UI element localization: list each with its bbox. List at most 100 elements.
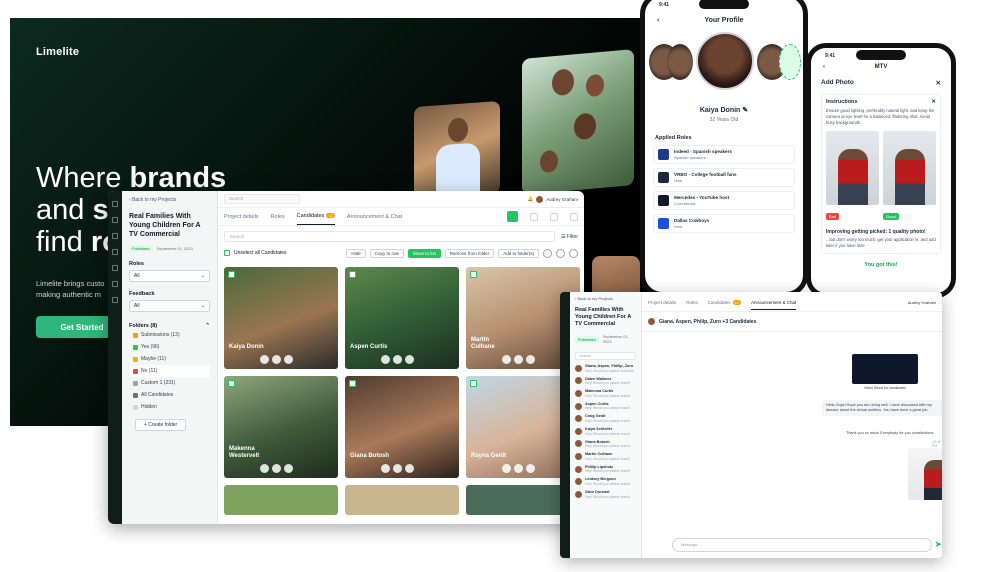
more-icon[interactable] [570, 212, 578, 221]
question-icon[interactable] [526, 355, 535, 364]
conversation-item[interactable]: Lindsey Bergson Hey! Would you please rea… [575, 477, 636, 486]
close-icon[interactable]: ✕ [936, 79, 941, 87]
move-to-list-button[interactable]: Move to list [407, 248, 441, 258]
applied-role-item[interactable]: Indeed - Spanish speakers Spanish speaker… [653, 145, 795, 164]
candidate-card[interactable]: Giana Botosh [345, 376, 459, 478]
folder-item[interactable]: All Candidates [129, 389, 210, 401]
folder-item[interactable]: Yes (96) [129, 341, 210, 353]
candidate-search-input[interactable]: Search [224, 231, 555, 242]
select-checkbox[interactable] [349, 380, 356, 387]
conversation-item[interactable]: Zaire Dorwart Hey! Would you please read … [575, 490, 636, 499]
search-icon[interactable] [507, 211, 518, 222]
applied-role-item[interactable]: Dallas Cowboys Host [653, 214, 795, 233]
thumbs-up-icon[interactable] [393, 464, 402, 473]
tab-candidates[interactable]: Candidates 12 [708, 300, 742, 309]
back-to-projects-link[interactable]: ‹ Back to my Projects [575, 296, 636, 301]
folder-item[interactable]: Submissions (13) [129, 329, 210, 341]
thumbs-up-icon[interactable] [272, 464, 281, 473]
candidate-card[interactable]: Aspen Curtis [345, 267, 459, 369]
bell-icon[interactable]: 🔔 [528, 196, 534, 202]
question-icon[interactable] [405, 355, 414, 364]
document-icon[interactable] [112, 297, 118, 303]
folder-item[interactable]: Hidden [129, 401, 210, 413]
people-icon[interactable] [112, 265, 118, 271]
question-icon[interactable] [284, 464, 293, 473]
conversation-item[interactable]: Phillip Lipshutz Hey! Would you please re… [575, 465, 636, 473]
tab-announcement-chat[interactable]: Announcement & Chat [751, 300, 797, 310]
edit-icon[interactable]: ✎ [742, 107, 748, 114]
question-icon[interactable] [556, 248, 565, 258]
send-icon[interactable]: ➤ [934, 539, 942, 550]
filter-button[interactable]: ☰ Filter [561, 234, 578, 240]
thumbs-down-icon[interactable] [381, 464, 390, 473]
select-checkbox[interactable] [228, 380, 235, 387]
limelite-logo[interactable]: Limelite [36, 46, 79, 58]
message-input[interactable]: Message... [672, 538, 932, 552]
thumbs-up-icon[interactable] [543, 248, 552, 258]
back-to-projects-link[interactable]: ‹ Back to my Projects [129, 197, 210, 203]
conversation-item[interactable]: Dalen Wallmor Hey! Would you please read … [575, 377, 636, 385]
global-search-input[interactable]: Search [224, 194, 300, 204]
remove-from-folder-button[interactable]: Remove from folder [444, 248, 495, 258]
calendar-icon[interactable] [112, 249, 118, 255]
tab-candidates[interactable]: Candidates 12 [296, 208, 335, 225]
select-all-checkbox[interactable] [224, 250, 230, 256]
got-it-button[interactable]: You got this! [815, 262, 947, 268]
thumbs-up-icon[interactable] [514, 355, 523, 364]
profile-photo-thumb[interactable] [667, 44, 693, 80]
tab-roles[interactable]: Roles [271, 209, 285, 225]
question-icon[interactable] [526, 464, 535, 473]
unselect-all-label[interactable]: Unselect all Candidates [234, 250, 287, 256]
tab-announcement-chat[interactable]: Announcement & Chat [347, 209, 402, 225]
copy-to-role-button[interactable]: Copy to role [369, 248, 404, 258]
user-menu[interactable]: 🔔 Audrey Graham [528, 195, 578, 203]
tab-roles[interactable]: Roles [686, 300, 698, 309]
user-menu[interactable]: Audrey Graham [908, 300, 936, 305]
thumbs-down-icon[interactable] [502, 464, 511, 473]
thumbs-down-icon[interactable] [502, 355, 511, 364]
conversation-item[interactable]: Craig Geidt Hey! Would you please read it [575, 414, 636, 423]
menu-icon[interactable] [112, 201, 118, 207]
conversation-item[interactable]: Kaiya Schleifer Hey! Would you please rea… [575, 427, 636, 436]
close-icon[interactable]: ✕ [931, 99, 936, 105]
conversation-item[interactable]: Aspen Curtis Hey! Would you please read i… [575, 402, 636, 410]
roles-select[interactable]: All ⌄ [129, 270, 210, 282]
thumbs-down-icon[interactable] [260, 464, 269, 473]
back-arrow-icon[interactable]: ‹ [823, 64, 825, 70]
home-icon[interactable] [112, 217, 118, 223]
applied-role-item[interactable]: VRBO - College football fans Host [653, 168, 795, 187]
select-checkbox[interactable] [228, 271, 235, 278]
folder-item[interactable]: Custom 1 (231) [129, 377, 210, 389]
conversation-item[interactable]: Martin Culhane Hey! Would you please read… [575, 452, 636, 461]
feedback-select[interactable]: All ⌄ [129, 300, 210, 312]
thumbs-down-icon[interactable] [260, 355, 269, 364]
photo-message[interactable] [908, 448, 942, 500]
thumbs-down-icon[interactable] [381, 355, 390, 364]
question-icon[interactable] [405, 464, 414, 473]
thumbs-down-icon[interactable] [569, 248, 578, 258]
profile-photo-main[interactable] [696, 32, 754, 90]
video-thumbnail[interactable] [852, 354, 918, 384]
tab-project-details[interactable]: Project details [224, 209, 259, 225]
grid-view-icon[interactable] [550, 212, 558, 221]
add-photo-icon[interactable] [779, 44, 801, 80]
select-checkbox[interactable] [349, 271, 356, 278]
conversation-search-input[interactable]: Search [575, 352, 636, 360]
candidate-card[interactable] [345, 485, 459, 515]
back-arrow-icon[interactable]: ‹ [657, 17, 659, 24]
conversation-item[interactable]: Giana Botosh Hey! Would you please read i… [575, 440, 636, 448]
sort-icon[interactable] [530, 212, 538, 221]
candidate-card[interactable]: Makenna Westervelt [224, 376, 338, 478]
user-icon[interactable] [112, 281, 118, 287]
thumbs-up-icon[interactable] [514, 464, 523, 473]
tab-project-details[interactable]: Project details [648, 300, 676, 309]
create-folder-button[interactable]: + Create folder [135, 419, 187, 431]
projects-icon[interactable] [112, 233, 118, 239]
profile-photo-carousel[interactable] [645, 30, 803, 106]
applied-role-item[interactable]: Mercedes - YouTube host Commercial [653, 191, 795, 210]
candidate-card[interactable] [224, 485, 338, 515]
thumbs-up-icon[interactable] [393, 355, 402, 364]
conversation-item[interactable]: Makenna Curtis Hey! Would you please read… [575, 389, 636, 398]
select-checkbox[interactable] [470, 380, 477, 387]
conversation-item[interactable]: Giana, Aspen, Phillip, Zuro Hey! Would yo… [575, 364, 636, 373]
